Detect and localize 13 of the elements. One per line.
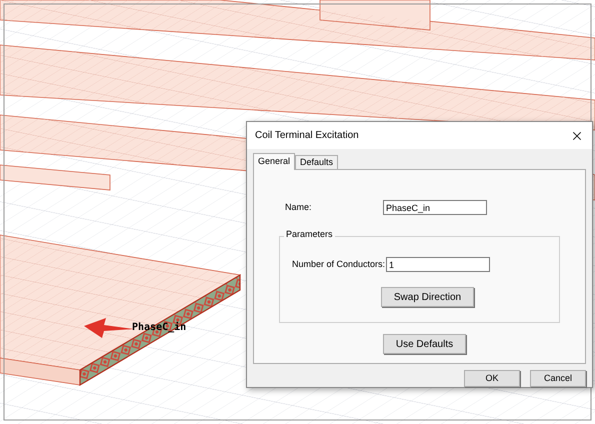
arrow-icon	[84, 316, 134, 340]
dialog-button[interactable]: OK	[464, 370, 520, 387]
tab[interactable]: General	[253, 153, 296, 170]
swap-direction-button[interactable]: Swap Direction	[380, 287, 474, 307]
name-field[interactable]: PhaseC_in	[383, 200, 487, 215]
dialog-button[interactable]: Cancel	[530, 370, 586, 387]
group-title: Parameters	[284, 230, 335, 239]
tab[interactable]: Defaults	[295, 155, 338, 170]
field-label: Name:	[285, 200, 313, 214]
field-label: Number of Conductors:	[292, 258, 386, 271]
conductors-field[interactable]: 1	[386, 257, 490, 272]
use-defaults-button[interactable]: Use Defaults	[382, 334, 466, 354]
window-title: Coil Terminal Excitation	[255, 129, 359, 143]
